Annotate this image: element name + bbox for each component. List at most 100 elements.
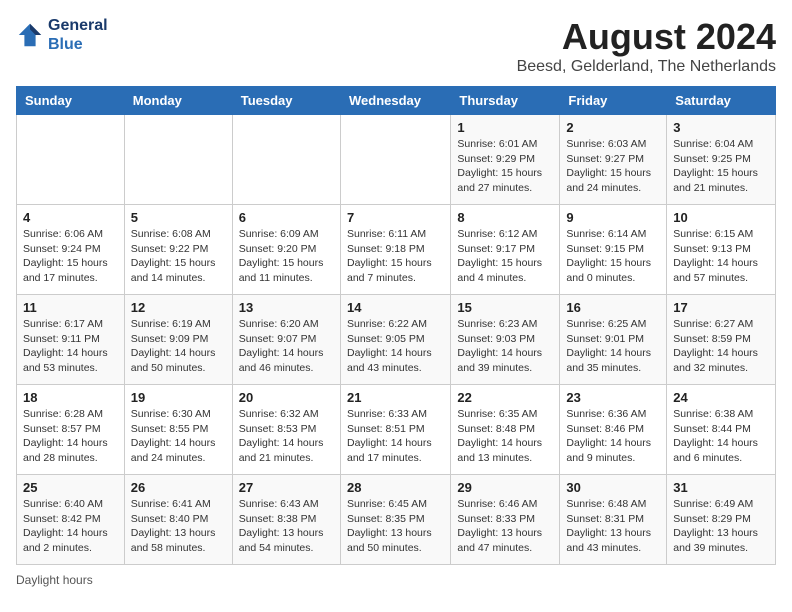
col-header-saturday: Saturday (667, 87, 776, 115)
day-number: 19 (131, 390, 226, 405)
week-row-5: 25 Sunrise: 6:40 AMSunset: 8:42 PMDayligh… (17, 475, 776, 565)
footer-note: Daylight hours (16, 573, 776, 587)
day-cell: 8 Sunrise: 6:12 AMSunset: 9:17 PMDaylight… (451, 205, 560, 295)
week-row-1: 1 Sunrise: 6:01 AMSunset: 9:29 PMDaylight… (17, 115, 776, 205)
main-title: August 2024 (517, 16, 776, 58)
day-number: 1 (457, 120, 553, 135)
day-cell (124, 115, 232, 205)
day-number: 13 (239, 300, 334, 315)
day-cell: 23 Sunrise: 6:36 AMSunset: 8:46 PMDayligh… (560, 385, 667, 475)
day-number: 28 (347, 480, 444, 495)
day-number: 23 (566, 390, 660, 405)
day-cell: 30 Sunrise: 6:48 AMSunset: 8:31 PMDayligh… (560, 475, 667, 565)
day-info: Sunrise: 6:40 AMSunset: 8:42 PMDaylight:… (23, 497, 118, 556)
day-cell: 18 Sunrise: 6:28 AMSunset: 8:57 PMDayligh… (17, 385, 125, 475)
day-info: Sunrise: 6:36 AMSunset: 8:46 PMDaylight:… (566, 407, 660, 466)
day-cell: 10 Sunrise: 6:15 AMSunset: 9:13 PMDayligh… (667, 205, 776, 295)
day-number: 4 (23, 210, 118, 225)
day-info: Sunrise: 6:30 AMSunset: 8:55 PMDaylight:… (131, 407, 226, 466)
page-header: General Blue August 2024 Beesd, Gelderla… (16, 16, 776, 76)
day-info: Sunrise: 6:17 AMSunset: 9:11 PMDaylight:… (23, 317, 118, 376)
day-info: Sunrise: 6:49 AMSunset: 8:29 PMDaylight:… (673, 497, 769, 556)
week-row-2: 4Sunrise: 6:06 AMSunset: 9:24 PMDaylight… (17, 205, 776, 295)
day-cell: 12Sunrise: 6:19 AMSunset: 9:09 PMDayligh… (124, 295, 232, 385)
day-cell: 5Sunrise: 6:08 AMSunset: 9:22 PMDaylight… (124, 205, 232, 295)
col-header-wednesday: Wednesday (340, 87, 450, 115)
day-cell: 20 Sunrise: 6:32 AMSunset: 8:53 PMDayligh… (232, 385, 340, 475)
day-number: 25 (23, 480, 118, 495)
day-number: 30 (566, 480, 660, 495)
logo-text: General Blue (48, 16, 108, 54)
day-info: Sunrise: 6:33 AMSunset: 8:51 PMDaylight:… (347, 407, 444, 466)
day-number: 9 (566, 210, 660, 225)
day-cell (340, 115, 450, 205)
day-cell: 31 Sunrise: 6:49 AMSunset: 8:29 PMDayligh… (667, 475, 776, 565)
day-cell: 28Sunrise: 6:45 AMSunset: 8:35 PMDayligh… (340, 475, 450, 565)
day-info: Sunrise: 6:43 AMSunset: 8:38 PMDaylight:… (239, 497, 334, 556)
day-cell: 13 Sunrise: 6:20 AMSunset: 9:07 PMDayligh… (232, 295, 340, 385)
day-number: 3 (673, 120, 769, 135)
header-row: SundayMondayTuesdayWednesdayThursdayFrid… (17, 87, 776, 115)
day-info: Sunrise: 6:41 AMSunset: 8:40 PMDaylight:… (131, 497, 226, 556)
title-block: August 2024 Beesd, Gelderland, The Nethe… (517, 16, 776, 76)
day-number: 20 (239, 390, 334, 405)
day-info: Sunrise: 6:03 AMSunset: 9:27 PMDaylight:… (566, 137, 660, 196)
calendar-table: SundayMondayTuesdayWednesdayThursdayFrid… (16, 86, 776, 565)
col-header-thursday: Thursday (451, 87, 560, 115)
day-cell: 4Sunrise: 6:06 AMSunset: 9:24 PMDaylight… (17, 205, 125, 295)
day-info: Sunrise: 6:28 AMSunset: 8:57 PMDaylight:… (23, 407, 118, 466)
day-number: 24 (673, 390, 769, 405)
day-cell: 6 Sunrise: 6:09 AMSunset: 9:20 PMDaylight… (232, 205, 340, 295)
logo-icon (16, 21, 44, 49)
day-info: Sunrise: 6:01 AMSunset: 9:29 PMDaylight:… (457, 137, 553, 196)
day-info: Sunrise: 6:25 AMSunset: 9:01 PMDaylight:… (566, 317, 660, 376)
col-header-tuesday: Tuesday (232, 87, 340, 115)
day-info: Sunrise: 6:48 AMSunset: 8:31 PMDaylight:… (566, 497, 660, 556)
day-number: 5 (131, 210, 226, 225)
day-cell: 7 Sunrise: 6:11 AMSunset: 9:18 PMDaylight… (340, 205, 450, 295)
day-number: 14 (347, 300, 444, 315)
day-number: 22 (457, 390, 553, 405)
day-number: 6 (239, 210, 334, 225)
day-info: Sunrise: 6:32 AMSunset: 8:53 PMDaylight:… (239, 407, 334, 466)
day-cell: 11Sunrise: 6:17 AMSunset: 9:11 PMDayligh… (17, 295, 125, 385)
week-row-3: 11Sunrise: 6:17 AMSunset: 9:11 PMDayligh… (17, 295, 776, 385)
day-number: 26 (131, 480, 226, 495)
day-number: 18 (23, 390, 118, 405)
day-info: Sunrise: 6:14 AMSunset: 9:15 PMDaylight:… (566, 227, 660, 286)
day-number: 31 (673, 480, 769, 495)
day-cell (232, 115, 340, 205)
day-cell: 16 Sunrise: 6:25 AMSunset: 9:01 PMDayligh… (560, 295, 667, 385)
day-info: Sunrise: 6:15 AMSunset: 9:13 PMDaylight:… (673, 227, 769, 286)
day-info: Sunrise: 6:27 AMSunset: 8:59 PMDaylight:… (673, 317, 769, 376)
day-cell: 26 Sunrise: 6:41 AMSunset: 8:40 PMDayligh… (124, 475, 232, 565)
day-info: Sunrise: 6:38 AMSunset: 8:44 PMDaylight:… (673, 407, 769, 466)
day-cell: 19 Sunrise: 6:30 AMSunset: 8:55 PMDayligh… (124, 385, 232, 475)
day-number: 2 (566, 120, 660, 135)
day-cell: 2 Sunrise: 6:03 AMSunset: 9:27 PMDaylight… (560, 115, 667, 205)
day-number: 7 (347, 210, 444, 225)
day-cell (17, 115, 125, 205)
day-cell: 1 Sunrise: 6:01 AMSunset: 9:29 PMDaylight… (451, 115, 560, 205)
day-info: Sunrise: 6:23 AMSunset: 9:03 PMDaylight:… (457, 317, 553, 376)
day-info: Sunrise: 6:09 AMSunset: 9:20 PMDaylight:… (239, 227, 334, 286)
day-info: Sunrise: 6:11 AMSunset: 9:18 PMDaylight:… (347, 227, 444, 286)
day-number: 10 (673, 210, 769, 225)
day-info: Sunrise: 6:20 AMSunset: 9:07 PMDaylight:… (239, 317, 334, 376)
day-info: Sunrise: 6:46 AMSunset: 8:33 PMDaylight:… (457, 497, 553, 556)
day-cell: 27Sunrise: 6:43 AMSunset: 8:38 PMDayligh… (232, 475, 340, 565)
col-header-monday: Monday (124, 87, 232, 115)
logo: General Blue (16, 16, 108, 54)
day-cell: 24 Sunrise: 6:38 AMSunset: 8:44 PMDayligh… (667, 385, 776, 475)
day-number: 16 (566, 300, 660, 315)
day-cell: 15 Sunrise: 6:23 AMSunset: 9:03 PMDayligh… (451, 295, 560, 385)
day-number: 15 (457, 300, 553, 315)
day-info: Sunrise: 6:12 AMSunset: 9:17 PMDaylight:… (457, 227, 553, 286)
day-cell: 9 Sunrise: 6:14 AMSunset: 9:15 PMDaylight… (560, 205, 667, 295)
day-cell: 29Sunrise: 6:46 AMSunset: 8:33 PMDayligh… (451, 475, 560, 565)
col-header-sunday: Sunday (17, 87, 125, 115)
day-cell: 14Sunrise: 6:22 AMSunset: 9:05 PMDayligh… (340, 295, 450, 385)
day-number: 17 (673, 300, 769, 315)
day-cell: 25 Sunrise: 6:40 AMSunset: 8:42 PMDayligh… (17, 475, 125, 565)
day-number: 8 (457, 210, 553, 225)
